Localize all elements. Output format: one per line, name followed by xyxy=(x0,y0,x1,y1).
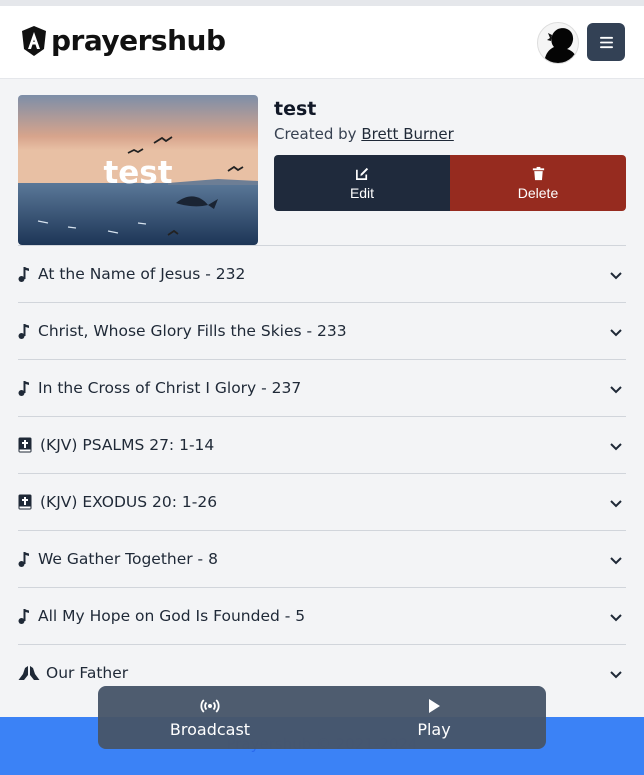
list-item-label: We Gather Together - 8 xyxy=(38,550,218,568)
praying-hands-icon xyxy=(18,664,46,682)
edit-button[interactable]: Edit xyxy=(274,155,450,211)
list-item-label: In the Cross of Christ I Glory - 237 xyxy=(38,379,302,397)
chevron-down-icon[interactable] xyxy=(608,552,624,568)
chevron-down-icon[interactable] xyxy=(608,324,624,340)
list-item[interactable]: All My Hope on God Is Founded - 5 xyxy=(18,587,626,644)
list-item[interactable]: In the Cross of Christ I Glory - 237 xyxy=(18,359,626,416)
broadcast-icon xyxy=(200,698,220,713)
delete-button[interactable]: Delete xyxy=(450,155,626,211)
floating-player-bar: Broadcast Play xyxy=(98,686,546,749)
chevron-down-icon[interactable] xyxy=(608,495,624,511)
play-icon xyxy=(429,698,440,713)
chevron-down-icon[interactable] xyxy=(608,438,624,454)
created-by: Created by Brett Burner xyxy=(274,125,454,143)
chevron-down-icon[interactable] xyxy=(608,609,624,625)
prayershub-logo-icon xyxy=(22,26,46,56)
trash-icon xyxy=(532,166,544,180)
broadcast-button[interactable]: Broadcast xyxy=(98,686,322,749)
created-by-prefix: Created by xyxy=(274,125,357,143)
list-item[interactable]: We Gather Together - 8 xyxy=(18,530,626,587)
list-item-label: Our Father xyxy=(46,664,129,682)
chevron-down-icon[interactable] xyxy=(608,267,624,283)
prayer-card: test test Created by Brett Burner Edit D… xyxy=(18,95,626,245)
music-note-icon xyxy=(18,550,38,568)
user-avatar[interactable] xyxy=(537,22,579,64)
list-item[interactable]: At the Name of Jesus - 232 xyxy=(18,245,626,302)
bible-icon xyxy=(18,493,38,511)
list-item-label: All My Hope on God Is Founded - 5 xyxy=(38,607,306,625)
chevron-down-icon[interactable] xyxy=(608,381,624,397)
thumbnail-text: test xyxy=(103,155,173,191)
edit-icon xyxy=(355,167,368,180)
list-item[interactable]: (KJV) EXODUS 20: 1-26 xyxy=(18,473,626,530)
hamburger-menu-button[interactable] xyxy=(587,23,625,61)
music-note-icon xyxy=(18,379,38,397)
music-note-icon xyxy=(18,322,38,340)
list-item-label: (KJV) PSALMS 27: 1-14 xyxy=(40,436,215,454)
prayer-thumbnail: test xyxy=(18,95,258,245)
edit-label: Edit xyxy=(349,184,375,201)
chevron-down-icon[interactable] xyxy=(608,666,624,682)
music-note-icon xyxy=(18,607,38,625)
list-item[interactable]: Christ, Whose Glory Fills the Skies - 23… xyxy=(18,302,626,359)
list-item-label: (KJV) EXODUS 20: 1-26 xyxy=(40,493,218,511)
delete-label: Delete xyxy=(517,184,559,201)
bible-icon xyxy=(18,436,38,454)
prayer-title: test xyxy=(274,98,317,120)
list-item[interactable]: (KJV) PSALMS 27: 1-14 xyxy=(18,416,626,473)
prayer-items-list: At the Name of Jesus - 232 Christ, Whose… xyxy=(18,245,626,701)
play-button[interactable]: Play xyxy=(322,686,546,749)
play-label: Play xyxy=(417,719,451,739)
music-note-icon xyxy=(18,265,38,283)
list-item-label: At the Name of Jesus - 232 xyxy=(38,265,246,283)
author-link[interactable]: Brett Burner xyxy=(361,125,454,143)
broadcast-label: Broadcast xyxy=(169,719,251,739)
list-item-label: Christ, Whose Glory Fills the Skies - 23… xyxy=(38,322,347,340)
menu-icon xyxy=(599,36,613,48)
brand-name: prayershub xyxy=(51,24,226,57)
brand-logo[interactable]: prayershub xyxy=(20,25,226,57)
top-navbar: prayershub xyxy=(0,6,644,79)
